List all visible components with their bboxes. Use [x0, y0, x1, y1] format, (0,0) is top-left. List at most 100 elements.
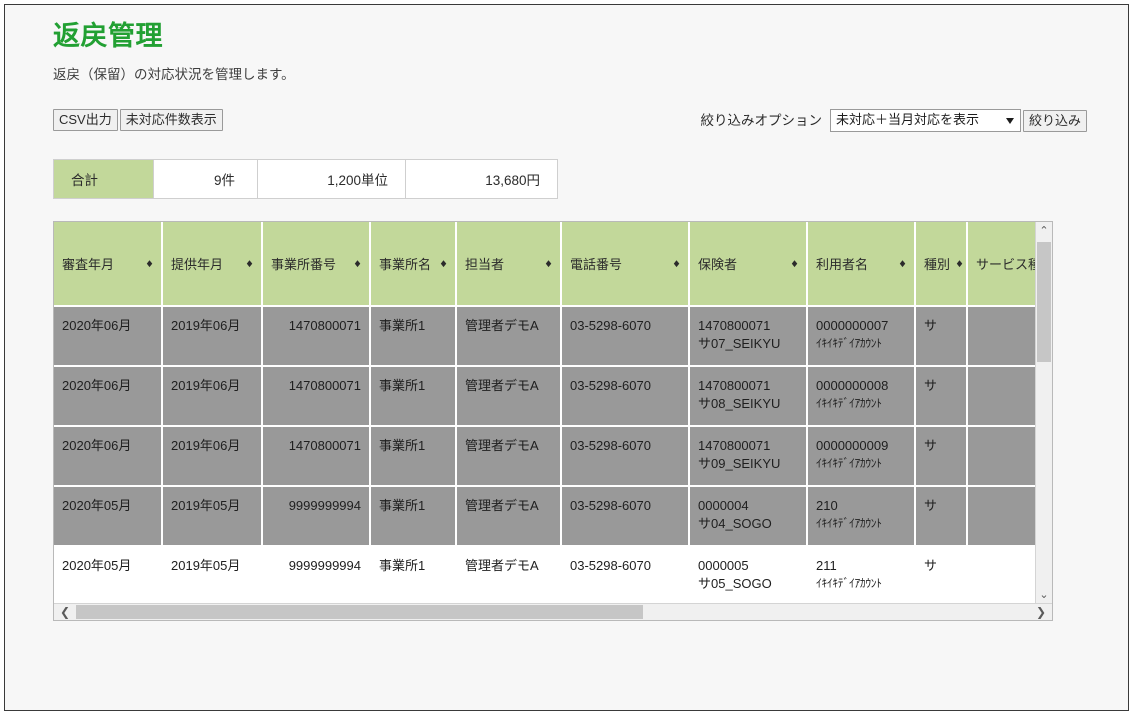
- page-subtitle: 返戻（保留）の対応状況を管理します。: [53, 67, 295, 82]
- toolbar-right-group: 絞り込みオプション 未対応＋当月対応を表示 絞り込み: [700, 109, 1087, 132]
- toolbar-left-group: CSV出力 未対応件数表示: [53, 109, 223, 131]
- cell-denwa-bango: 03-5298-6070: [561, 486, 689, 547]
- vertical-scrollbar-thumb[interactable]: [1037, 242, 1051, 362]
- table-header-row: 審査年月 ◆ 提供年月 ◆ 事業所番号 ◆ 事業所名 ◆ 担当者 ◆ 電話番号 …: [54, 222, 1035, 307]
- cell-shinsa-nengetsu: 2020年06月: [54, 426, 162, 487]
- table-viewport: 審査年月 ◆ 提供年月 ◆ 事業所番号 ◆ 事業所名 ◆ 担当者 ◆ 電話番号 …: [54, 222, 1035, 603]
- sort-icon: ◆: [791, 258, 798, 268]
- cell-service-shurui: A: [967, 366, 1035, 427]
- filter-option-selected-value: 未対応＋当月対応を表示: [835, 112, 979, 127]
- cell-jigyosho-bango: 1470800071: [262, 366, 370, 427]
- cell-riyosha: 0000000007 ｲｷｲｷﾃﾞｲｱｶｳﾝﾄ: [807, 306, 915, 367]
- csv-export-button[interactable]: CSV出力: [53, 109, 118, 131]
- table-head: 審査年月 ◆ 提供年月 ◆ 事業所番号 ◆ 事業所名 ◆ 担当者 ◆ 電話番号 …: [54, 222, 1035, 307]
- hokensha-number: 0000005: [698, 558, 749, 573]
- cell-jigyosho-bango: 1470800071: [262, 306, 370, 367]
- cell-jigyosho-mei: 事業所1: [370, 366, 456, 427]
- apply-filter-button[interactable]: 絞り込み: [1022, 109, 1087, 132]
- riyosha-number: 0000000009: [816, 438, 889, 453]
- column-header-label: 事業所名: [379, 257, 432, 272]
- column-header-tantosha[interactable]: 担当者 ◆: [456, 222, 562, 307]
- filter-option-select[interactable]: 未対応＋当月対応を表示: [829, 109, 1021, 132]
- riyosha-number: 211: [816, 558, 837, 573]
- sort-icon: ◆: [246, 258, 253, 268]
- cell-teikyo-nengetsu: 2019年05月: [162, 486, 262, 547]
- column-header-label: 種別: [924, 257, 951, 272]
- cell-denwa-bango: 03-5298-6070: [561, 546, 689, 603]
- filter-option-label: 絞り込みオプション: [700, 112, 822, 128]
- summary-label: 合計: [54, 160, 154, 198]
- column-header-riyosha-mei[interactable]: 利用者名 ◆: [807, 222, 916, 307]
- cell-jigyosho-mei: 事業所1: [370, 306, 456, 367]
- table-row[interactable]: 2020年06月 2019年06月 1470800071 事業所1 管理者デモA…: [54, 306, 1035, 367]
- summary-units: 1,200単位: [258, 160, 406, 198]
- unhandled-count-button[interactable]: 未対応件数表示: [119, 109, 223, 131]
- cell-riyosha: 0000000009 ｲｷｲｷﾃﾞｲｱｶｳﾝﾄ: [807, 426, 915, 487]
- cell-tantosha: 管理者デモA: [456, 426, 561, 487]
- cell-hokensha: 1470800071 サ09_SEIKYU: [689, 426, 807, 487]
- riyosha-number: 0000000007: [816, 318, 889, 333]
- hokensha-name: サ05_SOGO: [698, 576, 772, 591]
- sort-icon: ◆: [146, 258, 153, 268]
- cell-service-shurui: A: [967, 306, 1035, 367]
- column-header-label: 保険者: [698, 257, 738, 272]
- column-header-jigyosho-bango[interactable]: 事業所番号 ◆: [262, 222, 371, 307]
- hokensha-name: サ09_SEIKYU: [698, 456, 781, 471]
- sort-icon: ◆: [354, 258, 361, 268]
- cell-tantosha: 管理者デモA: [456, 546, 561, 603]
- cell-riyosha: 210 ｲｷｲｷﾃﾞｲｱｶｳﾝﾄ: [807, 486, 915, 547]
- table-row[interactable]: 2020年06月 2019年06月 1470800071 事業所1 管理者デモA…: [54, 366, 1035, 427]
- cell-tantosha: 管理者デモA: [456, 306, 561, 367]
- hokensha-number: 1470800071: [698, 378, 771, 393]
- scroll-down-icon[interactable]: ⌄: [1036, 586, 1052, 603]
- cell-riyosha: 0000000008 ｲｷｲｷﾃﾞｲｱｶｳﾝﾄ: [807, 366, 915, 427]
- cell-shubetsu: サ: [915, 306, 967, 367]
- hokensha-name: サ07_SEIKYU: [698, 336, 781, 351]
- cell-denwa-bango: 03-5298-6070: [561, 426, 689, 487]
- horizontal-scrollbar[interactable]: ❮ ❯: [54, 603, 1052, 620]
- riyosha-number: 210: [816, 498, 838, 513]
- scroll-left-icon[interactable]: ❮: [56, 604, 74, 620]
- vertical-scrollbar[interactable]: ⌃ ⌄: [1035, 222, 1052, 603]
- column-header-shubetsu[interactable]: 種別 ◆: [915, 222, 968, 307]
- cell-teikyo-nengetsu: 2019年06月: [162, 426, 262, 487]
- column-header-teikyo-nengetsu[interactable]: 提供年月 ◆: [162, 222, 263, 307]
- hokensha-name: サ08_SEIKYU: [698, 396, 781, 411]
- cell-denwa-bango: 03-5298-6070: [561, 306, 689, 367]
- cell-shubetsu: サ: [915, 546, 967, 603]
- page-frame: 返戻管理 返戻（保留）の対応状況を管理します。 CSV出力 未対応件数表示 絞り…: [4, 4, 1129, 711]
- scroll-right-icon[interactable]: ❯: [1032, 604, 1050, 620]
- cell-jigyosho-bango: 9999999994: [262, 486, 370, 547]
- riyosha-name: ｲｷｲｷﾃﾞｲｱｶｳﾝﾄ: [816, 578, 882, 590]
- column-header-hokensha[interactable]: 保険者 ◆: [689, 222, 808, 307]
- cell-service-shurui: A: [967, 546, 1035, 603]
- hokensha-number: 1470800071: [698, 318, 771, 333]
- cell-shubetsu: サ: [915, 426, 967, 487]
- sort-icon: ◆: [545, 258, 552, 268]
- hokensha-number: 0000004: [698, 498, 749, 513]
- column-header-jigyosho-mei[interactable]: 事業所名 ◆: [370, 222, 457, 307]
- column-header-service-shurui[interactable]: サービス種類: [967, 222, 1035, 307]
- horizontal-scrollbar-thumb[interactable]: [76, 605, 643, 619]
- column-header-denwa-bango[interactable]: 電話番号 ◆: [561, 222, 690, 307]
- table-row[interactable]: 2020年05月 2019年05月 9999999994 事業所1 管理者デモA…: [54, 486, 1035, 547]
- cell-riyosha: 211 ｲｷｲｷﾃﾞｲｱｶｳﾝﾄ: [807, 546, 915, 603]
- column-header-shinsa-nengetsu[interactable]: 審査年月 ◆: [54, 222, 163, 307]
- cell-teikyo-nengetsu: 2019年06月: [162, 306, 262, 367]
- cell-jigyosho-bango: 1470800071: [262, 426, 370, 487]
- column-header-label: 事業所番号: [271, 257, 337, 272]
- riyosha-name: ｲｷｲｷﾃﾞｲｱｶｳﾝﾄ: [816, 518, 882, 530]
- cell-shubetsu: サ: [915, 486, 967, 547]
- cell-hokensha: 0000005 サ05_SOGO: [689, 546, 807, 603]
- table-row[interactable]: 2020年06月 2019年06月 1470800071 事業所1 管理者デモA…: [54, 426, 1035, 487]
- riyosha-name: ｲｷｲｷﾃﾞｲｱｶｳﾝﾄ: [816, 458, 882, 470]
- riyosha-number: 0000000008: [816, 378, 889, 393]
- cell-teikyo-nengetsu: 2019年06月: [162, 366, 262, 427]
- cell-hokensha: 1470800071 サ07_SEIKYU: [689, 306, 807, 367]
- toolbar: CSV出力 未対応件数表示 絞り込みオプション 未対応＋当月対応を表示 絞り込み: [53, 109, 1087, 133]
- column-header-label: サービス種類: [976, 257, 1035, 272]
- scroll-up-icon[interactable]: ⌃: [1036, 222, 1052, 239]
- cell-hokensha: 1470800071 サ08_SEIKYU: [689, 366, 807, 427]
- table-row[interactable]: 2020年05月 2019年05月 9999999994 事業所1 管理者デモA…: [54, 546, 1035, 603]
- column-header-label: 提供年月: [171, 257, 224, 272]
